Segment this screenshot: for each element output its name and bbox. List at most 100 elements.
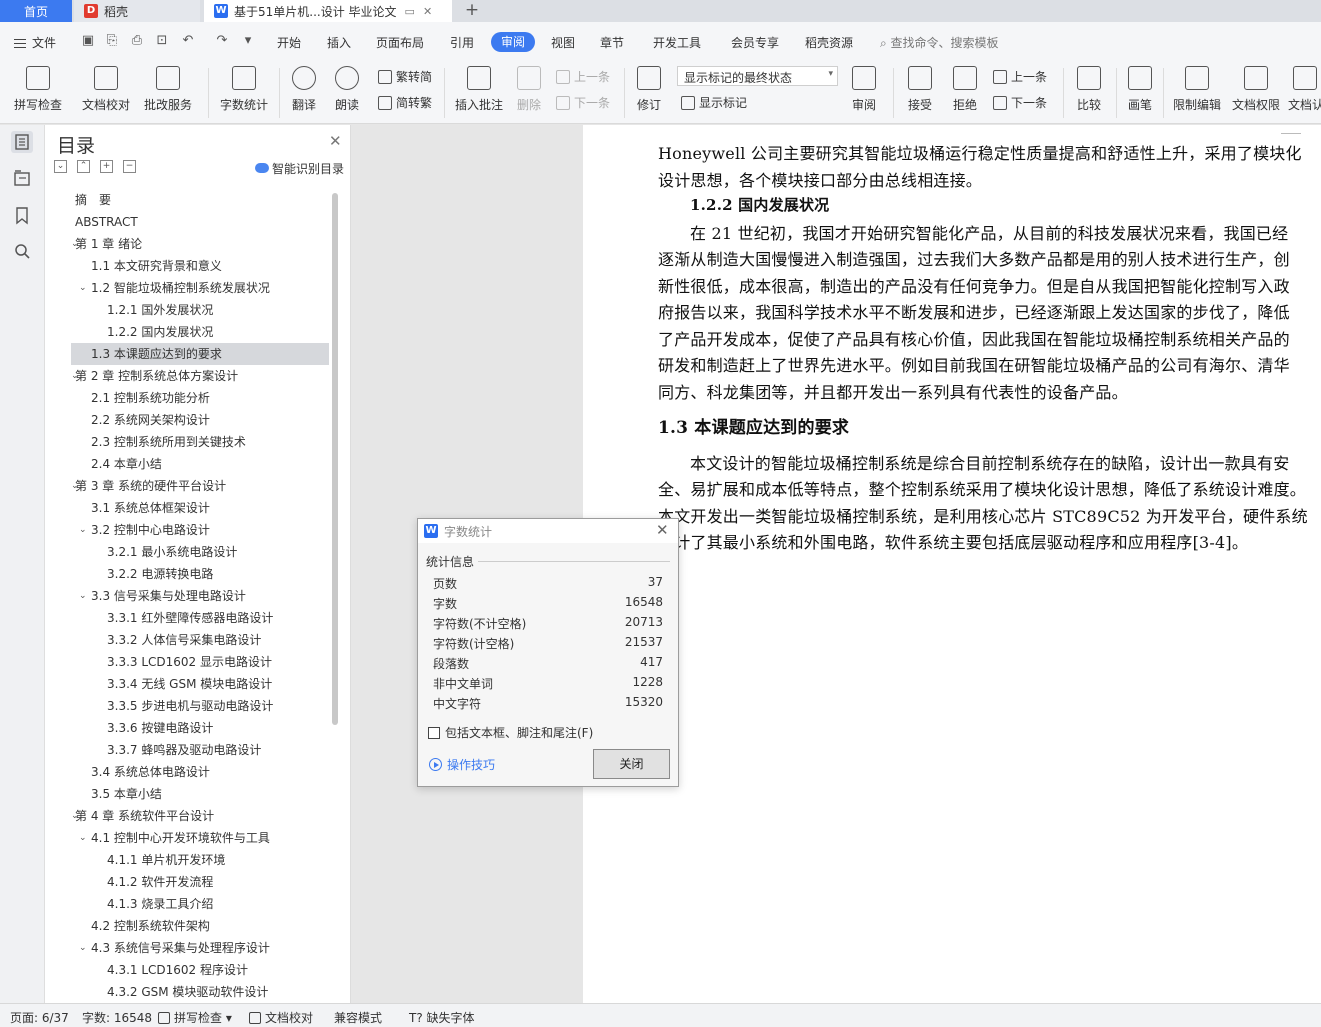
- word-count-button[interactable]: 字数统计: [218, 62, 270, 113]
- chapter-nav-icon[interactable]: [11, 167, 33, 189]
- toc-item[interactable]: 2.4 本章小结: [71, 453, 329, 475]
- track-changes-button[interactable]: 修订: [630, 62, 668, 113]
- toc-item[interactable]: 1.1 本文研究背景和意义: [71, 255, 329, 277]
- dialog-titlebar[interactable]: W 字数统计 ✕: [418, 519, 678, 543]
- toc-item[interactable]: 3.3.6 按键电路设计: [71, 717, 329, 739]
- toc-item[interactable]: 3.3.2 人体信号采集电路设计: [71, 629, 329, 651]
- toc-item[interactable]: 1.3 本课题应达到的要求: [71, 343, 329, 365]
- tab-window-icon[interactable]: ▭: [405, 5, 415, 18]
- toc-item[interactable]: ⌄ 4.3 系统信号采集与处理程序设计: [71, 937, 329, 959]
- to-traditional-button[interactable]: 繁转简: [378, 68, 432, 85]
- toc-item[interactable]: 3.3.7 蜂鸣器及驱动电路设计: [71, 739, 329, 761]
- compare-button[interactable]: 比较: [1070, 62, 1108, 113]
- chevron-down-icon[interactable]: ⌄: [79, 585, 87, 607]
- word-count-indicator[interactable]: 字数: 16548: [82, 1009, 152, 1026]
- menu-page-layout[interactable]: 页面布局: [376, 34, 424, 51]
- quick-access-more-icon[interactable]: ▾: [240, 33, 256, 49]
- tab-home[interactable]: 首页: [0, 0, 72, 22]
- chevron-down-icon[interactable]: ⌄: [79, 827, 87, 849]
- print-icon[interactable]: ⎙: [129, 33, 145, 49]
- menu-start[interactable]: 开始: [277, 34, 301, 51]
- toc-item[interactable]: 1.2.2 国内发展状况: [71, 321, 329, 343]
- print-preview-icon[interactable]: ⊡: [154, 33, 170, 49]
- to-simplified-button[interactable]: 简转繁: [378, 94, 432, 111]
- doc-permission-button[interactable]: 文档权限: [1230, 62, 1282, 113]
- remove-heading-icon[interactable]: −: [123, 160, 136, 173]
- toc-item[interactable]: 2.2 系统网关架构设计: [71, 409, 329, 431]
- toc-item[interactable]: ABSTRACT: [71, 211, 329, 233]
- bookmark-icon[interactable]: [11, 204, 33, 226]
- toc-item[interactable]: 3.3.5 步进电机与驱动电路设计: [71, 695, 329, 717]
- toc-item[interactable]: 3.3.1 红外壁障传感器电路设计: [71, 607, 329, 629]
- menu-insert[interactable]: 插入: [327, 34, 351, 51]
- menu-member[interactable]: 会员专享: [731, 34, 779, 51]
- chevron-down-icon[interactable]: ⌄: [79, 277, 87, 299]
- toc-item[interactable]: ⌄ 3.2 控制中心电路设计: [71, 519, 329, 541]
- tab-daoke[interactable]: D 稻壳: [74, 0, 200, 22]
- undo-icon[interactable]: ↶: [180, 33, 196, 49]
- next-change-button[interactable]: 下一条: [993, 94, 1047, 111]
- toc-item[interactable]: 4.1.2 软件开发流程: [71, 871, 329, 893]
- document-page[interactable]: Honeywell 公司主要研究其智能垃圾桶运行稳定性质量提高和舒适性上升，采用…: [583, 125, 1321, 1003]
- toc-item[interactable]: 3.3.4 无线 GSM 模块电路设计: [71, 673, 329, 695]
- translate-button[interactable]: 翻译: [286, 62, 322, 113]
- status-doc-proof[interactable]: 文档校对: [249, 1009, 313, 1026]
- toc-item[interactable]: ⌄ 第 2 章 控制系统总体方案设计: [71, 365, 329, 387]
- toc-item[interactable]: ⌄ 1.2 智能垃圾桶控制系统发展状况: [71, 277, 329, 299]
- compat-mode-indicator[interactable]: 兼容模式: [334, 1009, 382, 1026]
- restrict-edit-button[interactable]: 限制编辑: [1170, 62, 1224, 113]
- toc-scrollbar[interactable]: [332, 193, 338, 725]
- close-icon[interactable]: ✕: [329, 132, 342, 150]
- read-aloud-button[interactable]: 朗读: [329, 62, 365, 113]
- collapse-all-icon[interactable]: ⌄: [54, 160, 67, 173]
- toc-item[interactable]: ⌄ 第 4 章 系统软件平台设计: [71, 805, 329, 827]
- markup-state-select[interactable]: 显示标记的最终状态: [677, 66, 838, 86]
- menu-review[interactable]: 审阅: [491, 32, 535, 52]
- toc-item[interactable]: 3.1 系统总体框架设计: [71, 497, 329, 519]
- chevron-down-icon[interactable]: ⌄: [79, 519, 87, 541]
- insert-comment-button[interactable]: 插入批注: [452, 62, 506, 113]
- operation-tips-link[interactable]: 操作技巧: [429, 756, 495, 773]
- export-pdf-icon[interactable]: ⎘: [104, 33, 120, 49]
- expand-up-icon[interactable]: ⌃: [77, 160, 90, 173]
- reject-button[interactable]: 拒绝: [947, 62, 983, 113]
- toc-item[interactable]: 3.2.2 电源转换电路: [71, 563, 329, 585]
- toc-item[interactable]: 3.2.1 最小系统电路设计: [71, 541, 329, 563]
- spell-check-button[interactable]: 拼写检查: [12, 62, 64, 113]
- toc-item[interactable]: ⌄ 3.3 信号采集与处理电路设计: [71, 585, 329, 607]
- menu-chapter[interactable]: 章节: [600, 34, 624, 51]
- doc-auth-button[interactable]: 文档认: [1288, 62, 1321, 113]
- menu-daoke-resources[interactable]: 稻壳资源: [805, 34, 853, 51]
- toc-item[interactable]: ⌄ 第 3 章 系统的硬件平台设计: [71, 475, 329, 497]
- close-button[interactable]: 关闭: [593, 749, 670, 779]
- toc-item[interactable]: 4.3.1 LCD1602 程序设计: [71, 959, 329, 981]
- toc-nav-icon[interactable]: [11, 131, 33, 153]
- toc-item[interactable]: 4.1.1 单片机开发环境: [71, 849, 329, 871]
- tab-document[interactable]: W 基于51单片机...设计 毕业论文 ▭ ✕: [204, 0, 452, 22]
- toc-item[interactable]: 4.3.2 GSM 模块驱动软件设计: [71, 981, 329, 1003]
- toc-item[interactable]: ⌄ 4.1 控制中心开发环境软件与工具: [71, 827, 329, 849]
- menu-references[interactable]: 引用: [450, 34, 474, 51]
- toc-item[interactable]: 2.3 控制系统所用到关键技术: [71, 431, 329, 453]
- include-textbox-checkbox[interactable]: 包括文本框、脚注和尾注(F): [428, 724, 593, 741]
- command-search[interactable]: ⌕ 查找命令、搜索模板: [880, 34, 999, 51]
- batch-service-button[interactable]: 批改服务: [139, 62, 197, 113]
- prev-comment-button[interactable]: 上一条: [556, 68, 610, 85]
- review-pane-button[interactable]: 审阅: [846, 62, 882, 113]
- toc-item[interactable]: 3.5 本章小结: [71, 783, 329, 805]
- toc-item[interactable]: 摘 要: [71, 189, 329, 211]
- page-indicator[interactable]: 页面: 6/37: [10, 1009, 69, 1026]
- toc-item[interactable]: 2.1 控制系统功能分析: [71, 387, 329, 409]
- search-icon[interactable]: [11, 240, 33, 262]
- toc-item[interactable]: 3.3.3 LCD1602 显示电路设计: [71, 651, 329, 673]
- missing-fonts-button[interactable]: T? 缺失字体: [409, 1009, 475, 1026]
- smart-toc-button[interactable]: 智能识别目录: [255, 160, 344, 177]
- next-comment-button[interactable]: 下一条: [556, 94, 610, 111]
- status-spell-check[interactable]: 拼写检查 ▾: [158, 1009, 232, 1026]
- show-markup-button[interactable]: 显示标记: [681, 94, 747, 111]
- toc-item[interactable]: 4.1.3 烧录工具介绍: [71, 893, 329, 915]
- redo-icon[interactable]: ↷: [214, 33, 230, 49]
- prev-change-button[interactable]: 上一条: [993, 68, 1047, 85]
- doc-proof-button[interactable]: 文档校对: [80, 62, 132, 113]
- menu-file[interactable]: 文件: [14, 34, 56, 51]
